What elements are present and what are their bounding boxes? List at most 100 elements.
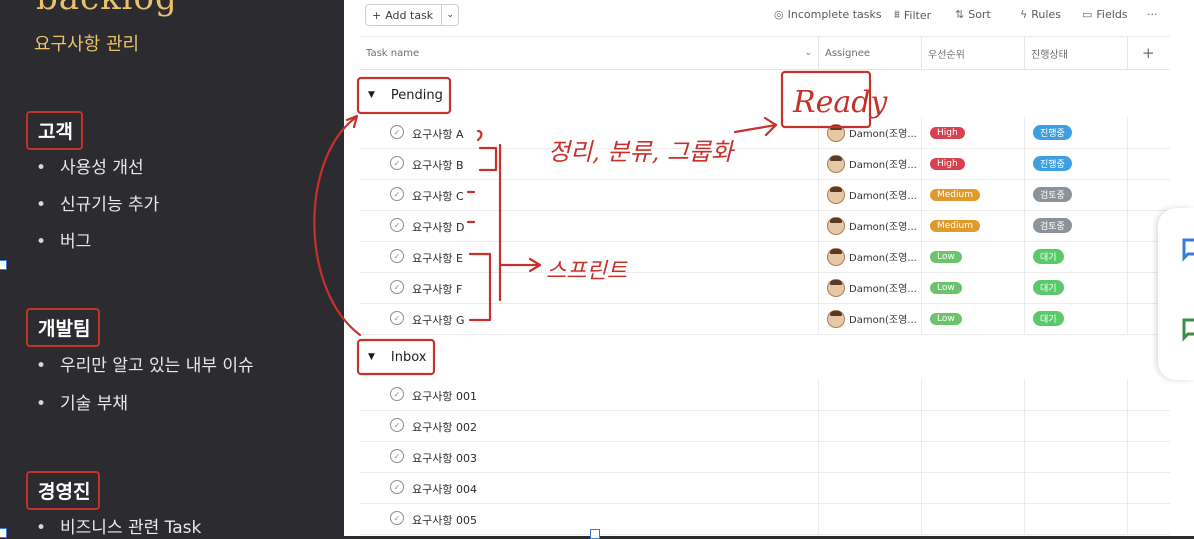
priority-badge: Low xyxy=(930,281,962,294)
check-circle-icon[interactable]: ✓ xyxy=(390,480,404,494)
task-name[interactable]: 요구사항 002 xyxy=(412,419,477,435)
assignee-cell[interactable]: Damon(조영... xyxy=(818,272,921,303)
check-circle-icon[interactable]: ✓ xyxy=(390,449,404,463)
task-name[interactable]: 요구사항 C xyxy=(412,188,464,204)
task-name[interactable]: 요구사항 G xyxy=(412,312,465,328)
table-row[interactable]: ✓ 요구사항 A Damon(조영... High 진행중 xyxy=(360,117,1170,149)
priority-cell[interactable]: Medium xyxy=(921,179,1024,210)
task-name[interactable]: 요구사항 001 xyxy=(412,388,477,404)
status-cell[interactable] xyxy=(1024,441,1127,472)
table-row[interactable]: ✓ 요구사항 G Damon(조영... Low 대기 xyxy=(360,303,1170,335)
check-circle-icon[interactable]: ✓ xyxy=(390,187,404,201)
task-name[interactable]: 요구사항 003 xyxy=(412,450,477,466)
fields-icon: ▭ xyxy=(1082,8,1093,21)
priority-cell[interactable] xyxy=(921,503,1024,534)
assignee-cell[interactable] xyxy=(818,503,921,534)
priority-cell[interactable]: Low xyxy=(921,272,1024,303)
task-name[interactable]: 요구사항 D xyxy=(412,219,464,235)
avatar xyxy=(827,123,845,142)
empty-cell xyxy=(1127,503,1170,534)
table-row[interactable]: ✓ 요구사항 002 xyxy=(360,410,1170,442)
table-row[interactable]: ✓ 요구사항 E Damon(조영... Low 대기 xyxy=(360,241,1170,273)
table-row[interactable]: ✓ 요구사항 004 xyxy=(360,472,1170,504)
triangle-down-icon[interactable]: ▼ xyxy=(368,90,375,100)
fields-button[interactable]: ▭ Fields xyxy=(1082,8,1128,21)
assignee-cell[interactable]: Damon(조영... xyxy=(818,148,921,179)
table-row[interactable]: ✓ 요구사항 005 xyxy=(360,503,1170,535)
add-column-button[interactable]: + xyxy=(1127,37,1170,69)
sort-button[interactable]: ⇅ Sort xyxy=(955,8,991,21)
priority-cell[interactable]: Low xyxy=(921,303,1024,334)
check-circle-icon[interactable]: ✓ xyxy=(390,125,404,139)
table-row[interactable]: ✓ 요구사항 B Damon(조영... High 진행중 xyxy=(360,148,1170,180)
status-cell[interactable]: 검토중 xyxy=(1024,210,1127,241)
task-name[interactable]: 요구사항 B xyxy=(412,157,464,173)
assignee-cell[interactable] xyxy=(818,410,921,441)
status-cell[interactable] xyxy=(1024,410,1127,441)
priority-cell[interactable] xyxy=(921,379,1024,410)
assignee-cell[interactable]: Damon(조영... xyxy=(818,117,921,148)
status-cell[interactable]: 진행중 xyxy=(1024,117,1127,148)
priority-cell[interactable]: High xyxy=(921,148,1024,179)
assignee-cell[interactable] xyxy=(818,379,921,410)
empty-cell xyxy=(1127,117,1170,148)
rules-button[interactable]: ϟ Rules xyxy=(1020,8,1061,21)
header-assignee[interactable]: Assignee xyxy=(818,37,921,69)
status-cell[interactable] xyxy=(1024,472,1127,503)
empty-cell xyxy=(1127,148,1170,179)
assignee-cell[interactable] xyxy=(818,441,921,472)
status-cell[interactable]: 대기 xyxy=(1024,303,1127,334)
group-title: 경영진 xyxy=(26,471,101,510)
status-badge: 대기 xyxy=(1033,280,1064,295)
filter-button[interactable]: ⩩ Filter xyxy=(894,8,931,22)
header-status[interactable]: 진행상태 xyxy=(1024,37,1127,69)
assignee-cell[interactable] xyxy=(818,472,921,503)
assignee-cell[interactable]: Damon(조영... xyxy=(818,210,921,241)
check-circle-icon[interactable]: ✓ xyxy=(390,387,404,401)
status-badge: 검토중 xyxy=(1033,187,1072,202)
add-task-button[interactable]: + Add task ⌄ xyxy=(365,4,460,26)
priority-cell[interactable]: Low xyxy=(921,241,1024,272)
status-cell[interactable]: 검토중 xyxy=(1024,179,1127,210)
check-circle-icon[interactable]: ✓ xyxy=(390,311,404,325)
priority-cell[interactable]: Medium xyxy=(921,210,1024,241)
table-row[interactable]: ✓ 요구사항 C Damon(조영... Medium 검토중 xyxy=(360,179,1170,211)
section-pending[interactable]: ▼ Pending xyxy=(360,80,1170,110)
check-circle-icon[interactable]: ✓ xyxy=(390,511,404,525)
chevron-down-icon[interactable]: ⌄ xyxy=(442,10,458,20)
task-name[interactable]: 요구사항 E xyxy=(412,250,463,266)
priority-cell[interactable] xyxy=(921,441,1024,472)
assignee-cell[interactable]: Damon(조영... xyxy=(818,241,921,272)
avatar xyxy=(827,185,845,204)
check-circle-icon[interactable]: ✓ xyxy=(390,280,404,294)
table-row[interactable]: ✓ 요구사항 D Damon(조영... Medium 검토중 xyxy=(360,210,1170,242)
header-task-name[interactable]: Task name ⌄ xyxy=(360,37,818,69)
task-name[interactable]: 요구사항 F xyxy=(412,281,462,297)
task-name[interactable]: 요구사항 005 xyxy=(412,512,477,528)
table-row[interactable]: ✓ 요구사항 003 xyxy=(360,441,1170,473)
section-inbox[interactable]: ▼ Inbox xyxy=(360,342,1170,372)
task-name[interactable]: 요구사항 A xyxy=(412,126,464,142)
table-row[interactable]: ✓ 요구사항 001 xyxy=(360,379,1170,411)
chevron-down-icon[interactable]: ⌄ xyxy=(804,48,812,58)
assignee-cell[interactable]: Damon(조영... xyxy=(818,179,921,210)
triangle-down-icon[interactable]: ▼ xyxy=(368,352,375,362)
table-row[interactable]: ✓ 요구사항 F Damon(조영... Low 대기 xyxy=(360,272,1170,304)
status-cell[interactable]: 진행중 xyxy=(1024,148,1127,179)
check-circle-icon[interactable]: ✓ xyxy=(390,156,404,170)
check-circle-icon[interactable]: ✓ xyxy=(390,418,404,432)
priority-cell[interactable] xyxy=(921,410,1024,441)
priority-cell[interactable]: High xyxy=(921,117,1024,148)
assignee-cell[interactable]: Damon(조영... xyxy=(818,303,921,334)
incomplete-tasks-button[interactable]: ◎ Incomplete tasks xyxy=(774,8,882,21)
status-cell[interactable] xyxy=(1024,379,1127,410)
status-cell[interactable]: 대기 xyxy=(1024,241,1127,272)
check-circle-icon[interactable]: ✓ xyxy=(390,249,404,263)
status-cell[interactable] xyxy=(1024,503,1127,534)
check-circle-icon[interactable]: ✓ xyxy=(390,218,404,232)
task-name[interactable]: 요구사항 004 xyxy=(412,481,477,497)
priority-cell[interactable] xyxy=(921,472,1024,503)
more-options-button[interactable]: ··· xyxy=(1147,8,1158,21)
header-priority[interactable]: 우선순위 xyxy=(921,37,1024,69)
status-cell[interactable]: 대기 xyxy=(1024,272,1127,303)
